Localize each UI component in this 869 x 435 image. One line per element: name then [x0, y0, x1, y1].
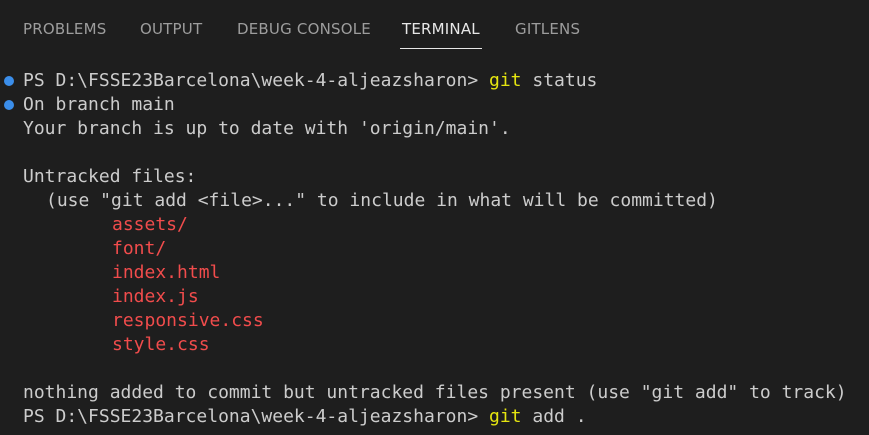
terminal-line-command-status: PS D:\FSSE23Barcelona\week-4-aljeazsharo…: [0, 69, 869, 93]
untracked-file: index.html: [112, 262, 221, 283]
git-command: git: [489, 406, 522, 427]
terminal-panel: PROBLEMS OUTPUT DEBUG CONSOLE TERMINAL G…: [0, 0, 869, 435]
command-args: status: [521, 70, 598, 91]
terminal-line-uptodate: Your branch is up to date with 'origin/m…: [23, 118, 511, 139]
untracked-file: font/: [112, 238, 167, 259]
prompt-text: PS D:\FSSE23Barcelona\week-4-aljeazsharo…: [23, 70, 479, 91]
terminal-line-branch: On branch main: [0, 93, 869, 117]
active-tab-indicator: [400, 48, 482, 49]
terminal-line-nothing-added: nothing added to commit but untracked fi…: [23, 382, 847, 403]
tab-output[interactable]: OUTPUT: [140, 20, 202, 38]
terminal-output[interactable]: PS D:\FSSE23Barcelona\week-4-aljeazsharo…: [0, 69, 869, 429]
untracked-file: style.css: [112, 334, 210, 355]
terminal-line-hint: (use "git add <file>..." to include in w…: [46, 190, 718, 211]
tab-problems[interactable]: PROBLEMS: [23, 20, 106, 38]
untracked-file: assets/: [112, 214, 188, 235]
panel-tab-bar: PROBLEMS OUTPUT DEBUG CONSOLE TERMINAL G…: [0, 0, 869, 56]
prompt-text: PS D:\FSSE23Barcelona\week-4-aljeazsharo…: [23, 406, 479, 427]
command-decoration-icon[interactable]: [4, 100, 14, 110]
untracked-file: index.js: [112, 286, 199, 307]
command-decoration-icon[interactable]: [4, 76, 14, 86]
tab-terminal[interactable]: TERMINAL: [402, 20, 480, 38]
tab-gitlens[interactable]: GITLENS: [515, 20, 580, 38]
git-command: git: [489, 70, 522, 91]
tab-debug-console[interactable]: DEBUG CONSOLE: [237, 20, 371, 38]
command-args: add .: [521, 406, 587, 427]
terminal-line-command-add: PS D:\FSSE23Barcelona\week-4-aljeazsharo…: [0, 405, 869, 429]
untracked-file: responsive.css: [112, 310, 264, 331]
terminal-line-untracked-header: Untracked files:: [23, 166, 197, 187]
branch-text: On branch main: [23, 94, 175, 115]
